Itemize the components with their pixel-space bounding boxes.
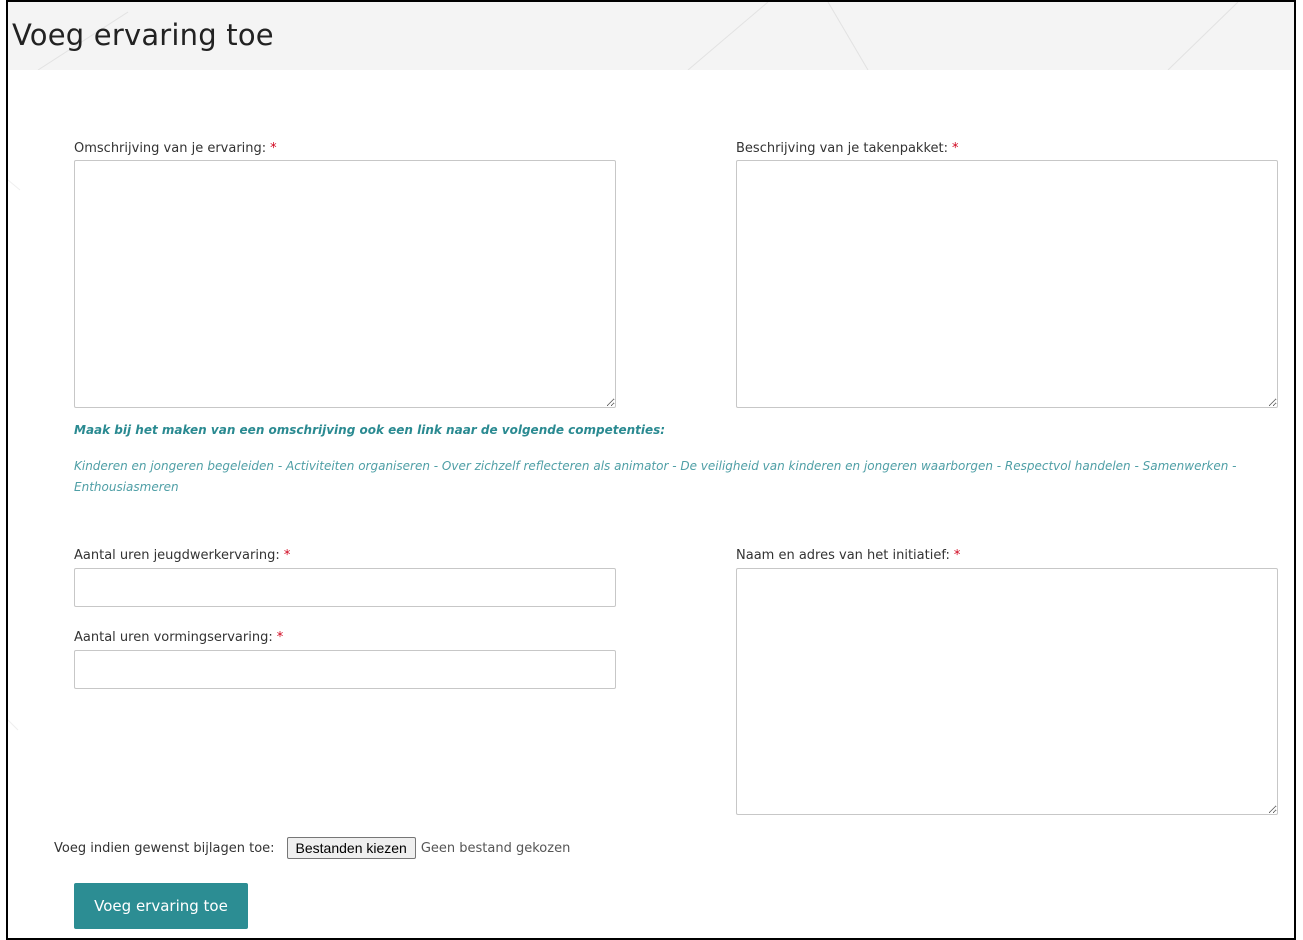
uren-jeugdwerk-label: Aantal uren jeugdwerkervaring: * bbox=[74, 548, 291, 563]
page-header: Voeg ervaring toe bbox=[8, 2, 1294, 70]
uren-jeugdwerk-input[interactable] bbox=[74, 568, 616, 607]
competenties-hint-title: Maak bij het maken van een omschrijving … bbox=[74, 423, 666, 437]
page-frame: Voeg ervaring toe Omschrijving van je er… bbox=[6, 0, 1296, 940]
choose-files-button[interactable]: Bestanden kiezen bbox=[286, 837, 416, 859]
bijlagen-label: Voeg indien gewenst bijlagen toe: bbox=[54, 840, 275, 856]
file-status-text: Geen bestand gekozen bbox=[420, 840, 571, 856]
page-title: Voeg ervaring toe bbox=[12, 18, 274, 52]
initiatief-textarea[interactable] bbox=[736, 568, 1278, 815]
submit-button[interactable]: Voeg ervaring toe bbox=[74, 883, 248, 929]
required-marker: * bbox=[953, 548, 961, 563]
competenties-hint-list: Kinderen en jongeren begeleiden - Activi… bbox=[74, 459, 1237, 494]
omschrijving-textarea[interactable] bbox=[74, 160, 616, 408]
bijlagen-row: Voeg indien gewenst bijlagen toe: Bestan… bbox=[54, 836, 570, 860]
takenpakket-textarea[interactable] bbox=[736, 160, 1278, 408]
initiatief-label: Naam en adres van het initiatief: * bbox=[736, 548, 961, 563]
omschrijving-label: Omschrijving van je ervaring: * bbox=[74, 141, 277, 156]
takenpakket-label: Beschrijving van je takenpakket: * bbox=[736, 141, 959, 156]
uren-vorming-label: Aantal uren vormingservaring: * bbox=[74, 630, 284, 645]
required-marker: * bbox=[952, 141, 959, 156]
required-marker: * bbox=[270, 141, 277, 156]
required-marker: * bbox=[283, 548, 291, 563]
uren-vorming-input[interactable] bbox=[74, 650, 616, 689]
required-marker: * bbox=[276, 630, 284, 645]
